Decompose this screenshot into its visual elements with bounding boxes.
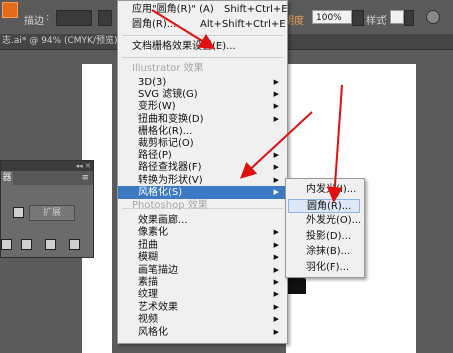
arrow-to-stylize [240,111,313,179]
annotation-arrows [151,9,343,203]
arrow-to-round-corners [326,84,343,203]
arrow-to-effect-menu [151,9,216,50]
